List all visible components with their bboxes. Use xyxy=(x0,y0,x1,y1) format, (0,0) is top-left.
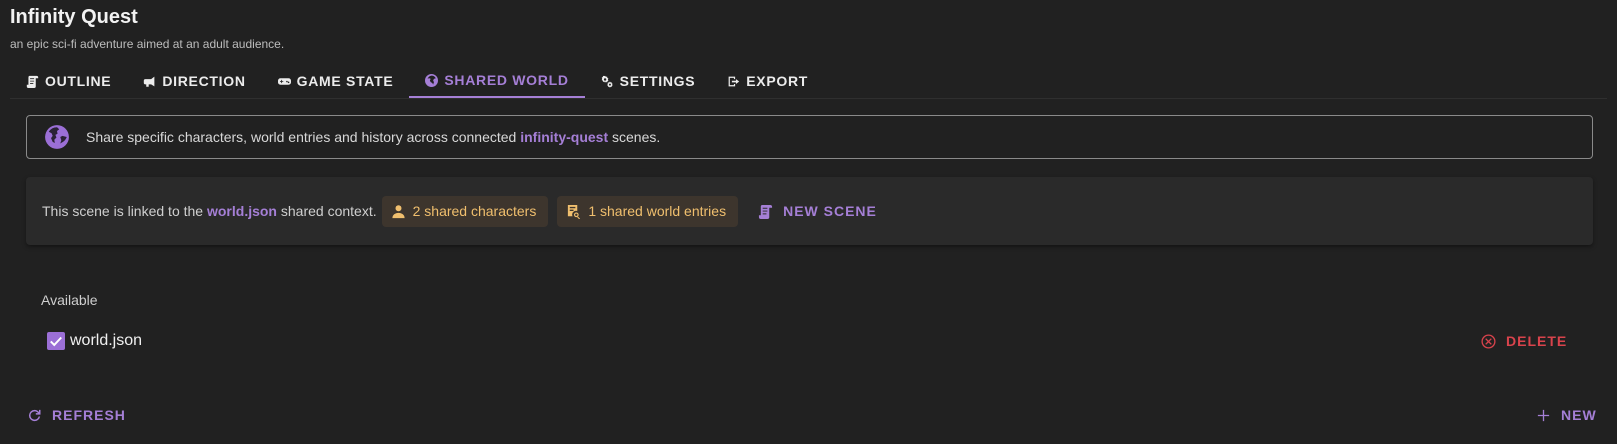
refresh-button[interactable]: REFRESH xyxy=(27,407,126,423)
linked-file-name: world.json xyxy=(206,203,277,219)
tab-shared-world[interactable]: SHARED WORLD xyxy=(409,64,585,98)
info-text-after: scenes. xyxy=(608,129,661,145)
tab-direction[interactable]: DIRECTION xyxy=(127,64,261,98)
tab-label: SETTINGS xyxy=(619,73,696,89)
chip-label: 2 shared characters xyxy=(412,203,537,219)
tab-export[interactable]: EXPORT xyxy=(711,64,824,98)
globe-icon xyxy=(45,125,69,149)
available-label: Available xyxy=(41,292,98,308)
chip-label: 1 shared world entries xyxy=(588,203,727,219)
link-text-after: shared context. xyxy=(276,203,377,219)
tab-label: SHARED WORLD xyxy=(444,72,569,88)
list-item[interactable]: world.json xyxy=(47,332,142,350)
button-label: NEW SCENE xyxy=(783,203,877,219)
bullhorn-icon xyxy=(144,76,155,87)
button-label: REFRESH xyxy=(52,407,126,423)
tab-label: EXPORT xyxy=(746,73,809,89)
refresh-icon xyxy=(28,409,41,421)
globe-icon xyxy=(425,73,439,87)
info-text: Share specific characters, world entries… xyxy=(86,129,660,145)
scroll-icon xyxy=(26,75,39,88)
link-text: This scene is linked to the world.json s… xyxy=(42,203,377,219)
scene-name-highlight: infinity-quest xyxy=(520,129,609,145)
info-text-before: Share specific characters, world entries… xyxy=(86,129,521,145)
tab-label: DIRECTION xyxy=(162,73,246,89)
shared-characters-chip[interactable]: 2 shared characters xyxy=(381,195,549,227)
delete-button[interactable]: DELETE xyxy=(1481,333,1567,349)
shared-context-bar: This scene is linked to the world.json s… xyxy=(26,177,1593,245)
scroll-icon xyxy=(759,204,773,219)
tab-bar: OUTLINE DIRECTION GAME STATE SHARED WORL… xyxy=(10,64,1607,99)
cogs-icon xyxy=(601,75,613,88)
new-button[interactable]: NEW xyxy=(1536,407,1597,423)
checkmark-icon xyxy=(50,336,62,347)
gamepad-icon xyxy=(277,77,291,85)
tab-label: OUTLINE xyxy=(45,73,112,89)
list-item-label: world.json xyxy=(70,332,143,349)
shared-world-entries-chip[interactable]: 1 shared world entries xyxy=(557,195,739,227)
checkbox[interactable] xyxy=(47,332,65,350)
export-icon xyxy=(728,76,740,86)
tab-settings[interactable]: SETTINGS xyxy=(585,64,712,98)
button-label: DELETE xyxy=(1506,333,1568,349)
tab-game-state[interactable]: GAME STATE xyxy=(262,64,410,98)
person-icon xyxy=(392,204,405,218)
book-search-icon xyxy=(568,204,581,219)
close-circle-icon xyxy=(1481,333,1496,349)
page-subtitle: an epic sci-fi adventure aimed at an adu… xyxy=(10,37,285,51)
tab-outline[interactable]: OUTLINE xyxy=(10,64,127,98)
link-text-before: This scene is linked to the xyxy=(42,203,207,219)
button-label: NEW xyxy=(1561,407,1597,423)
new-scene-button[interactable]: NEW SCENE xyxy=(758,203,877,219)
info-banner: Share specific characters, world entries… xyxy=(26,115,1593,159)
tab-label: GAME STATE xyxy=(296,73,394,89)
page-title: Infinity Quest xyxy=(10,6,138,28)
plus-icon xyxy=(1537,409,1550,421)
